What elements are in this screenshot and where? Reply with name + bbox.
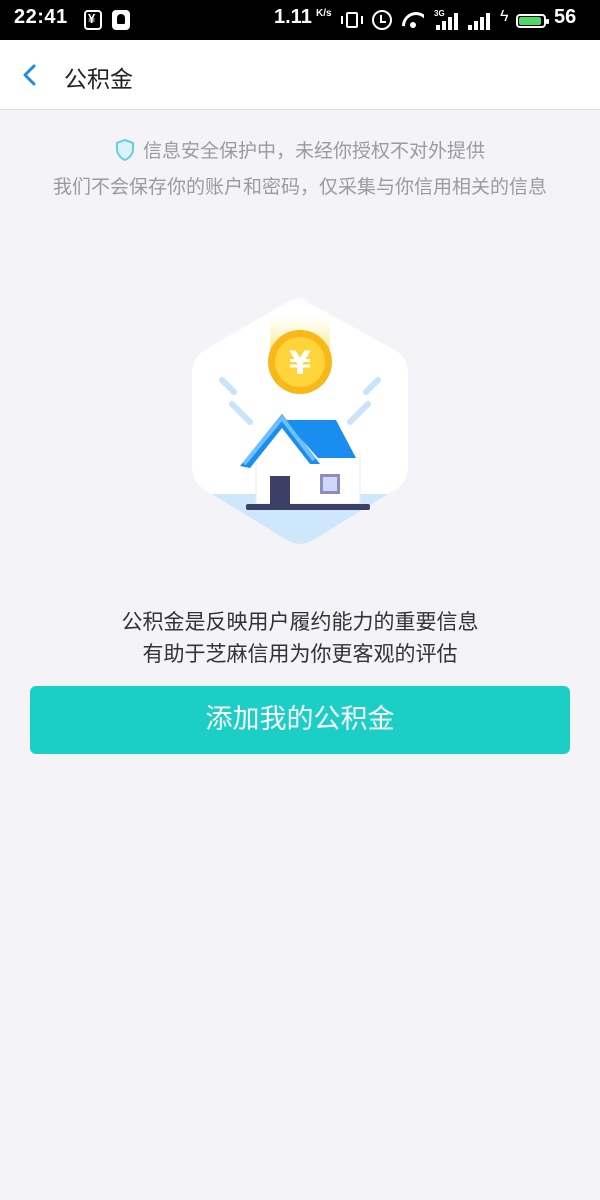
status-bar: 22:41 1.11 K/s 3G ϟ 56 bbox=[0, 0, 600, 40]
battery-level: 56 bbox=[554, 6, 577, 28]
notification-app-icon bbox=[112, 10, 130, 30]
nav-bar: 公积金 bbox=[0, 40, 600, 110]
network-speed: 1.11 bbox=[274, 6, 312, 28]
description-line1: 公积金是反映用户履约能力的重要信息 bbox=[121, 610, 479, 634]
shield-icon bbox=[115, 139, 134, 161]
add-housing-fund-button[interactable]: 添加我的公积金 bbox=[30, 686, 570, 754]
vibrate-icon bbox=[341, 12, 363, 28]
security-notice: 信息安全保护中，未经你授权不对外提供 bbox=[0, 136, 600, 163]
security-notice-line2: 我们不会保存你的账户和密码，仅采集与你信用相关的信息 bbox=[52, 176, 547, 198]
battery-icon bbox=[516, 14, 549, 28]
description-line2: 有助于芝麻信用为你更客观的评估 bbox=[142, 642, 458, 666]
status-time: 22:41 bbox=[14, 6, 68, 28]
signal-icon bbox=[468, 12, 490, 30]
wifi-icon bbox=[402, 12, 424, 28]
coin-symbol: ¥ bbox=[289, 344, 311, 382]
page-title: 公积金 bbox=[64, 67, 133, 93]
chevron-left-icon[interactable] bbox=[20, 64, 42, 86]
security-notice-line1: 信息安全保护中，未经你授权不对外提供 bbox=[142, 140, 485, 162]
network-speed-unit: K/s bbox=[316, 8, 332, 19]
house-coin-illustration: ¥ bbox=[192, 298, 408, 544]
charging-icon: ϟ bbox=[500, 8, 509, 25]
alarm-icon bbox=[372, 10, 392, 30]
coin-icon: ¥ bbox=[268, 330, 332, 394]
notification-yen-icon bbox=[84, 10, 102, 30]
signal-icon bbox=[436, 12, 458, 30]
